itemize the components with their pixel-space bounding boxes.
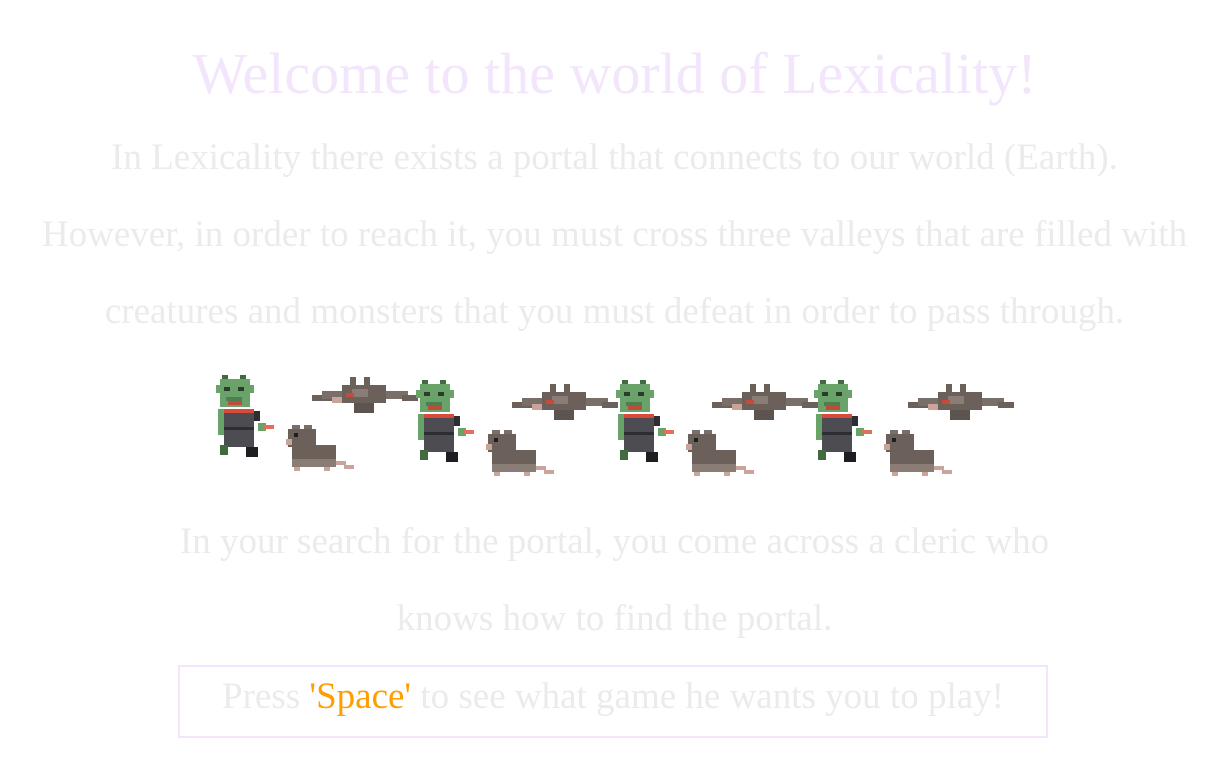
- prompt-text-before: Press: [222, 676, 310, 717]
- bat-sprite-icon: [312, 377, 418, 413]
- rat-sprite-icon: [686, 430, 754, 476]
- goblin-sprite-icon: [616, 380, 674, 462]
- story-line-2: knows how to find the portal.: [396, 598, 833, 639]
- intro-line-3: creatures and monsters that you must def…: [104, 291, 1125, 332]
- sprite-group-2: [416, 380, 618, 476]
- goblin-sprite-icon: [814, 380, 872, 462]
- rat-sprite-icon: [884, 430, 952, 476]
- goblin-sprite-icon: [216, 375, 274, 457]
- prompt-text-after: to see what game he wants you to play!: [411, 676, 1004, 717]
- bat-sprite-icon: [512, 384, 618, 420]
- monster-sprites: [216, 375, 1014, 476]
- rat-sprite-icon: [286, 425, 354, 471]
- intro-line-1: In Lexicality there exists a portal that…: [111, 137, 1118, 178]
- start-prompt[interactable]: Press 'Space' to see what game he wants …: [178, 665, 1048, 738]
- story-line-1: In your search for the portal, you come …: [179, 521, 1050, 562]
- sprite-group-1: [216, 375, 418, 471]
- welcome-title: Welcome to the world of Lexicality!: [192, 41, 1037, 106]
- rat-sprite-icon: [486, 430, 554, 476]
- bat-sprite-icon: [712, 384, 818, 420]
- sprite-group-3: [616, 380, 818, 476]
- space-key-label: 'Space': [309, 676, 412, 717]
- bat-sprite-icon: [908, 384, 1014, 420]
- intro-line-2: However, in order to reach it, you must …: [41, 214, 1188, 255]
- intro-screen: Welcome to the world of Lexicality! In L…: [0, 0, 1229, 768]
- goblin-sprite-icon: [416, 380, 474, 462]
- sprite-group-4: [814, 380, 1014, 476]
